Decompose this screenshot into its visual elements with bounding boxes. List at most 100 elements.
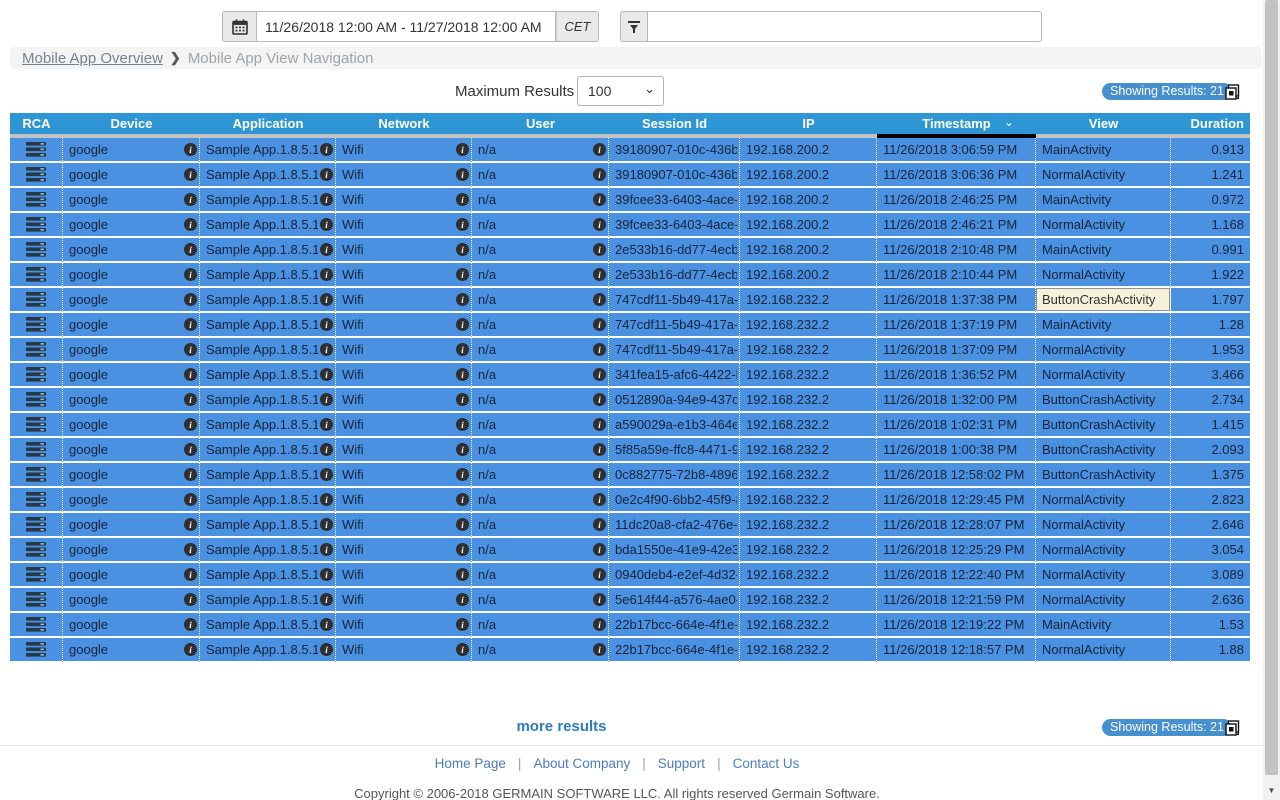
info-icon[interactable]: i — [593, 268, 606, 281]
table-row[interactable]: google i Sample App.1.8.5.1-SN i Wifi i … — [10, 238, 1250, 263]
info-icon[interactable]: i — [593, 293, 606, 306]
info-icon[interactable]: i — [456, 343, 469, 356]
info-icon[interactable]: i — [456, 218, 469, 231]
column-header-duration[interactable]: Duration — [1171, 113, 1250, 138]
info-icon[interactable]: i — [456, 243, 469, 256]
info-icon[interactable]: i — [593, 518, 606, 531]
info-icon[interactable]: i — [320, 643, 333, 656]
info-icon[interactable]: i — [320, 218, 333, 231]
rca-cell[interactable] — [10, 613, 63, 638]
table-row[interactable]: google i Sample App.1.8.5.1-SN i Wifi i … — [10, 588, 1250, 613]
table-row[interactable]: google i Sample App.1.8.5.1-SN i Wifi i … — [10, 213, 1250, 238]
info-icon[interactable]: i — [184, 618, 197, 631]
info-icon[interactable]: i — [320, 193, 333, 206]
info-icon[interactable]: i — [320, 593, 333, 606]
info-icon[interactable]: i — [184, 393, 197, 406]
rca-cell[interactable] — [10, 463, 63, 488]
info-icon[interactable]: i — [456, 593, 469, 606]
table-row[interactable]: google i Sample App.1.8.5.1-SN i Wifi i … — [10, 388, 1250, 413]
rca-cell[interactable] — [10, 538, 63, 563]
rca-cell[interactable] — [10, 138, 63, 163]
info-icon[interactable]: i — [184, 293, 197, 306]
footer-link-about[interactable]: About Company — [533, 756, 630, 771]
column-header-timestamp[interactable]: Timestamp ⌄ — [877, 113, 1036, 138]
copy-results-icon[interactable] — [1224, 84, 1241, 101]
info-icon[interactable]: i — [320, 243, 333, 256]
table-row[interactable]: google i Sample App.1.8.5.1-SN i Wifi i … — [10, 188, 1250, 213]
info-icon[interactable]: i — [320, 543, 333, 556]
info-icon[interactable]: i — [184, 593, 197, 606]
filter-button[interactable] — [620, 11, 648, 42]
info-icon[interactable]: i — [184, 493, 197, 506]
rca-cell[interactable] — [10, 188, 63, 213]
rca-cell[interactable] — [10, 563, 63, 588]
info-icon[interactable]: i — [593, 643, 606, 656]
column-header-view[interactable]: View — [1036, 113, 1171, 138]
rca-cell[interactable] — [10, 363, 63, 388]
column-header-session-id[interactable]: Session Id — [609, 113, 740, 138]
column-header-application[interactable]: Application — [200, 113, 336, 138]
table-row[interactable]: google i Sample App.1.8.5.1-SN i Wifi i … — [10, 438, 1250, 463]
column-header-user[interactable]: User — [472, 113, 609, 138]
column-header-rca[interactable]: RCA — [10, 113, 63, 138]
info-icon[interactable]: i — [320, 618, 333, 631]
column-header-device[interactable]: Device — [63, 113, 200, 138]
info-icon[interactable]: i — [593, 568, 606, 581]
rca-cell[interactable] — [10, 588, 63, 613]
column-header-network[interactable]: Network — [336, 113, 472, 138]
table-row[interactable]: google i Sample App.1.8.5.1-SN i Wifi i … — [10, 338, 1250, 363]
info-icon[interactable]: i — [320, 168, 333, 181]
info-icon[interactable]: i — [184, 218, 197, 231]
table-row[interactable]: google i Sample App.1.8.5.1-SN i Wifi i … — [10, 363, 1250, 388]
info-icon[interactable]: i — [456, 168, 469, 181]
info-icon[interactable]: i — [320, 493, 333, 506]
rca-cell[interactable] — [10, 313, 63, 338]
info-icon[interactable]: i — [320, 293, 333, 306]
info-icon[interactable]: i — [184, 643, 197, 656]
info-icon[interactable]: i — [184, 143, 197, 156]
rca-cell[interactable] — [10, 413, 63, 438]
table-row[interactable]: google i Sample App.1.8.5.1-SN i Wifi i … — [10, 288, 1250, 313]
table-row[interactable]: google i Sample App.1.8.5.1-SN i Wifi i … — [10, 613, 1250, 638]
table-row[interactable]: google i Sample App.1.8.5.1-SN i Wifi i … — [10, 413, 1250, 438]
info-icon[interactable]: i — [593, 193, 606, 206]
info-icon[interactable]: i — [456, 468, 469, 481]
info-icon[interactable]: i — [184, 568, 197, 581]
footer-link-contact[interactable]: Contact Us — [733, 756, 800, 771]
rca-cell[interactable] — [10, 438, 63, 463]
info-icon[interactable]: i — [184, 368, 197, 381]
info-icon[interactable]: i — [184, 543, 197, 556]
info-icon[interactable]: i — [184, 243, 197, 256]
info-icon[interactable]: i — [184, 443, 197, 456]
table-row[interactable]: google i Sample App.1.8.5.1-SN i Wifi i … — [10, 163, 1250, 188]
info-icon[interactable]: i — [593, 318, 606, 331]
copy-results-icon-bottom[interactable] — [1224, 720, 1241, 737]
table-row[interactable]: google i Sample App.1.8.5.1-SN i Wifi i … — [10, 513, 1250, 538]
table-row[interactable]: google i Sample App.1.8.5.1-SN i Wifi i … — [10, 313, 1250, 338]
rca-cell[interactable] — [10, 488, 63, 513]
info-icon[interactable]: i — [320, 443, 333, 456]
info-icon[interactable]: i — [456, 443, 469, 456]
info-icon[interactable]: i — [593, 593, 606, 606]
rca-cell[interactable] — [10, 288, 63, 313]
footer-link-home[interactable]: Home Page — [435, 756, 506, 771]
info-icon[interactable]: i — [456, 643, 469, 656]
info-icon[interactable]: i — [320, 568, 333, 581]
info-icon[interactable]: i — [320, 318, 333, 331]
table-row[interactable]: google i Sample App.1.8.5.1-SN i Wifi i … — [10, 263, 1250, 288]
info-icon[interactable]: i — [456, 393, 469, 406]
breadcrumb-parent-link[interactable]: Mobile App Overview — [22, 50, 163, 67]
date-range-input[interactable] — [257, 11, 556, 42]
info-icon[interactable]: i — [320, 393, 333, 406]
info-icon[interactable]: i — [593, 243, 606, 256]
table-row[interactable]: google i Sample App.1.8.5.1-SN i Wifi i … — [10, 563, 1250, 588]
info-icon[interactable]: i — [320, 343, 333, 356]
calendar-button[interactable] — [222, 11, 257, 42]
info-icon[interactable]: i — [184, 268, 197, 281]
info-icon[interactable]: i — [593, 618, 606, 631]
table-row[interactable]: google i Sample App.1.8.5.1-SN i Wifi i … — [10, 638, 1250, 663]
scrollbar-thumb[interactable] — [1265, 0, 1278, 775]
info-icon[interactable]: i — [320, 368, 333, 381]
info-icon[interactable]: i — [456, 568, 469, 581]
info-icon[interactable]: i — [456, 293, 469, 306]
